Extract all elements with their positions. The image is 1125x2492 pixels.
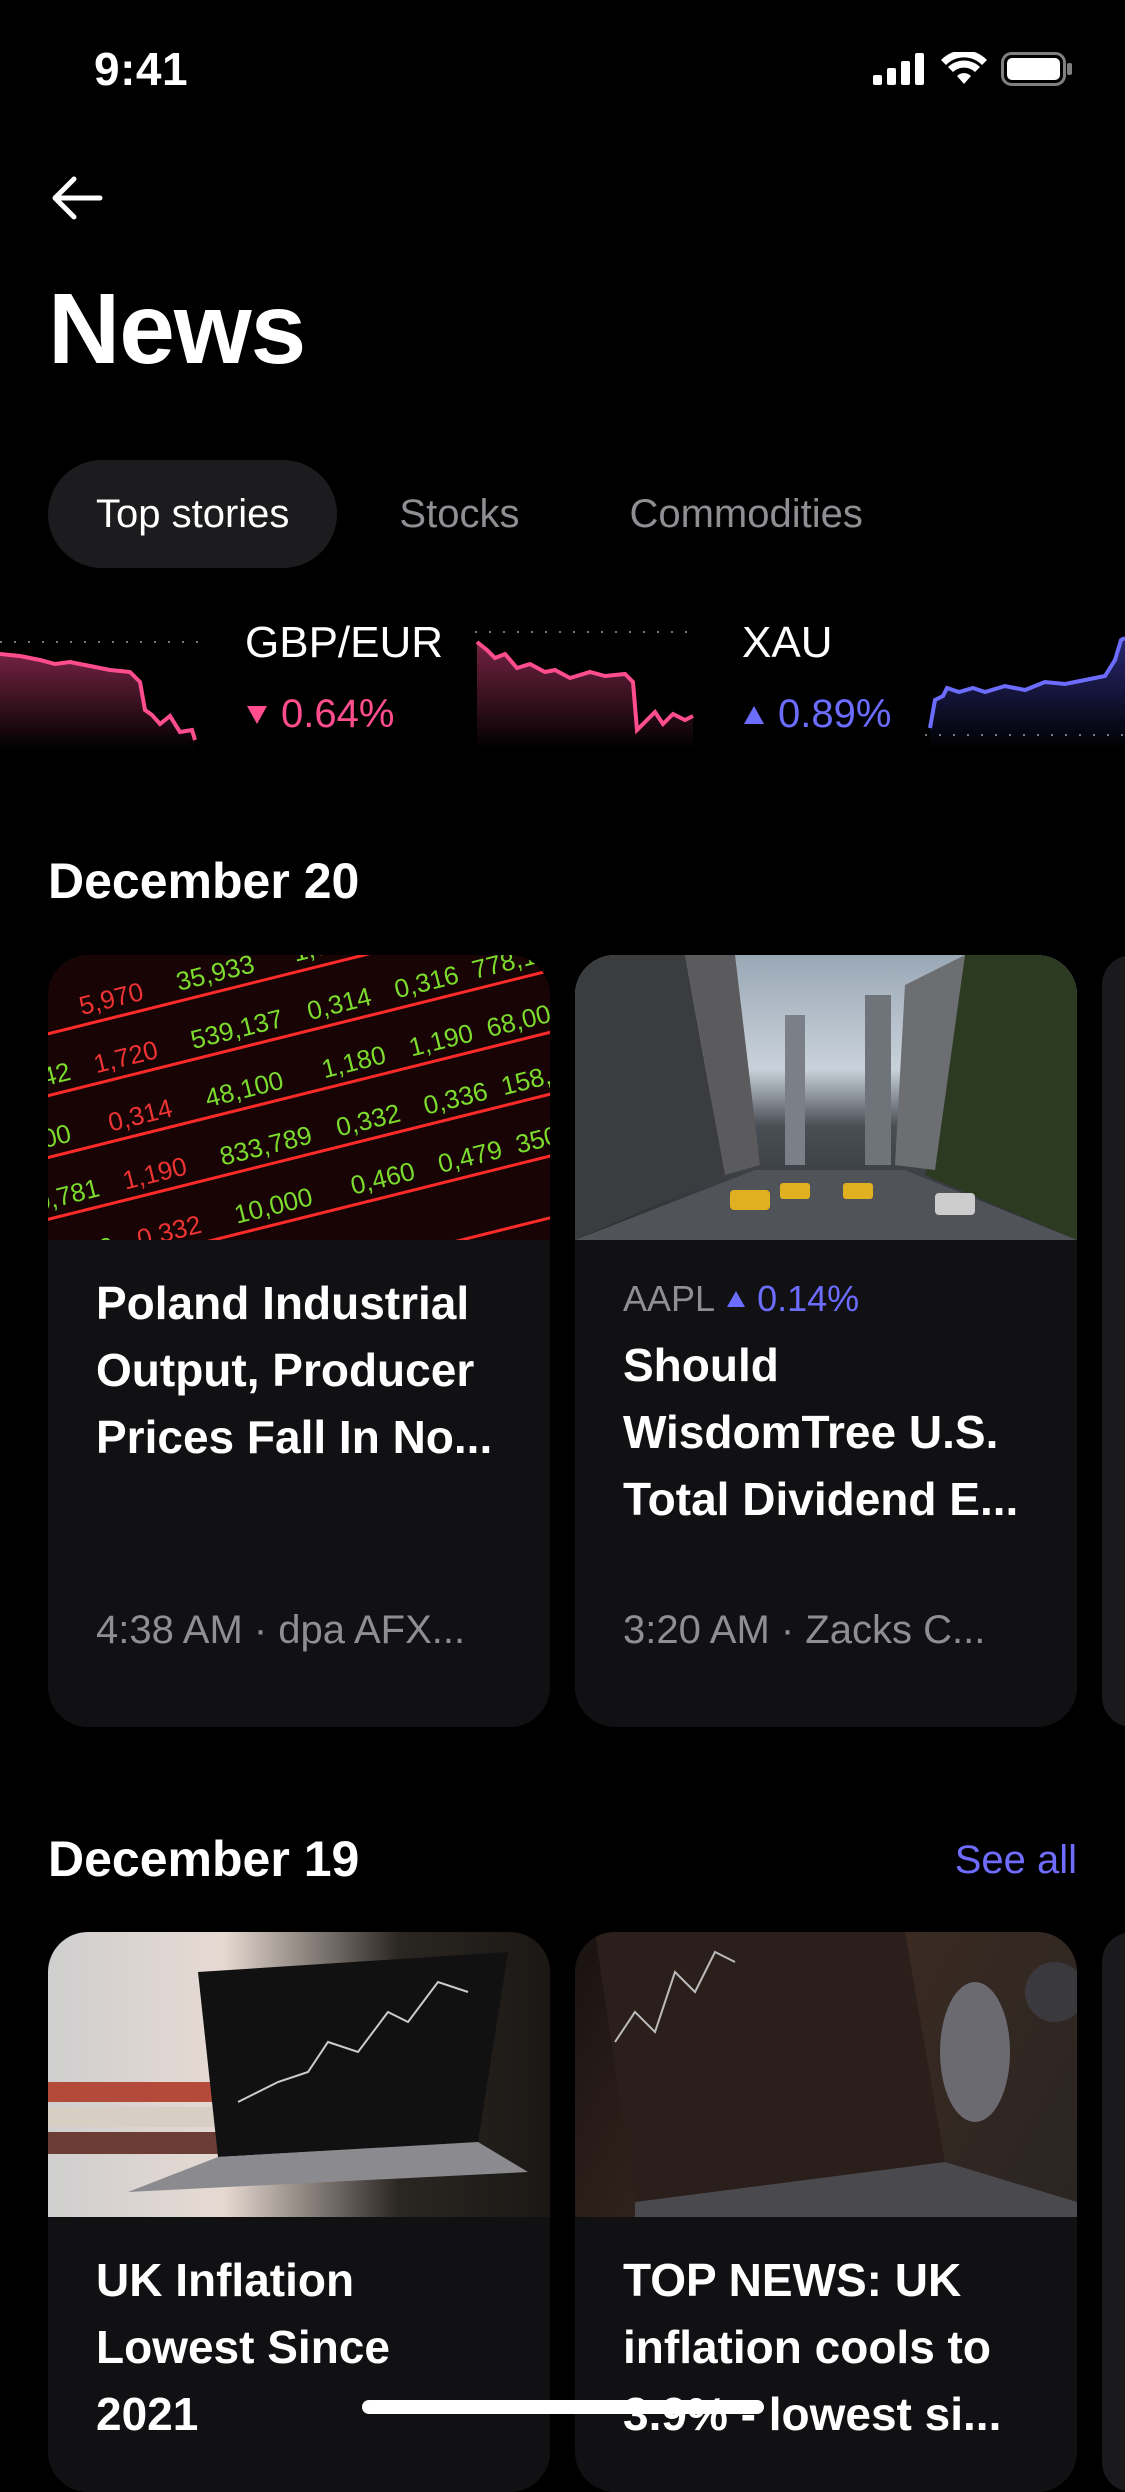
- svg-text:0,479: 0,479: [435, 1134, 505, 1179]
- ticker-symbol: XAU: [742, 618, 833, 667]
- stock-tag[interactable]: AAPL 0.14%: [623, 1278, 1029, 1320]
- ticker-symbol: GBP/EUR: [245, 618, 444, 667]
- stock-change: 0.14%: [757, 1278, 860, 1319]
- svg-text:0,336: 0,336: [420, 1076, 490, 1121]
- battery-icon: [1001, 52, 1072, 86]
- triangle-up-icon: [744, 705, 764, 724]
- svg-text:1,190: 1,190: [119, 1151, 189, 1196]
- svg-text:0,332: 0,332: [333, 1098, 403, 1143]
- triangle-up-icon: [727, 1291, 746, 1307]
- news-card[interactable]: AAPL 0.14% Should WisdomTree U.S. Total …: [575, 955, 1077, 1727]
- news-card[interactable]: 5,9701,7200,3141,1900,332 .955,542,9000,…: [48, 955, 550, 1727]
- back-button[interactable]: [48, 168, 108, 228]
- tab-stocks[interactable]: Stocks: [351, 460, 567, 568]
- sparkline-chart: [925, 636, 1125, 750]
- news-image-laptop-chart: [48, 1932, 550, 2217]
- news-image-stock-board: 5,9701,7200,3141,1900,332 .955,542,9000,…: [48, 955, 550, 1240]
- home-indicator[interactable]: [362, 2400, 764, 2414]
- svg-text:1,500: 1,500: [48, 1231, 117, 1240]
- svg-text:5,970: 5,970: [76, 976, 146, 1021]
- svg-text:0,781: 0,781: [48, 1173, 103, 1218]
- tab-bar: Top stories Stocks Commodities: [48, 460, 911, 568]
- svg-text:0,314: 0,314: [304, 981, 374, 1026]
- svg-text:0,460: 0,460: [347, 1156, 417, 1201]
- sparkline-chart: [475, 631, 695, 750]
- section-title: December 20: [48, 853, 360, 909]
- ticker-change: 0.64%: [245, 692, 394, 737]
- triangle-down-icon: [247, 705, 267, 724]
- news-card-peek[interactable]: [1102, 955, 1125, 1727]
- ticker-change-value: 0.89%: [778, 692, 892, 736]
- ticker-change-value: 0.64%: [281, 692, 395, 736]
- news-headline: Poland Industrial Output, Producer Price…: [96, 1277, 493, 1463]
- ticker-strip[interactable]: GBP/EUR 0.64% XAU 0.89%: [0, 600, 1125, 750]
- svg-text:35,933: 35,933: [173, 955, 257, 997]
- news-meta: 3:20 AM · Zacks C...: [623, 1608, 986, 1652]
- status-icons: [873, 52, 1073, 86]
- status-time: 9:41: [94, 43, 189, 95]
- news-image-city-street: [575, 955, 1077, 1240]
- page-title: News: [48, 273, 306, 385]
- svg-text:48,100: 48,100: [202, 1065, 286, 1113]
- svg-text:0,314: 0,314: [105, 1093, 175, 1138]
- news-meta: 4:38 AM · dpa AFX...: [96, 1608, 466, 1652]
- sparkline-chart: [0, 641, 200, 750]
- svg-text:350,000: 350,000: [512, 1108, 550, 1160]
- see-all-link[interactable]: See all: [955, 1838, 1077, 1883]
- tab-top-stories[interactable]: Top stories: [48, 460, 338, 568]
- news-headline: Should WisdomTree U.S. Total Dividend E.…: [623, 1339, 1019, 1525]
- svg-text:1,720: 1,720: [90, 1034, 160, 1079]
- svg-text:0,332: 0,332: [134, 1209, 204, 1240]
- stock-symbol: AAPL: [623, 1278, 716, 1319]
- section-title: December 19: [48, 1831, 360, 1887]
- svg-text:1,190: 1,190: [406, 1018, 476, 1063]
- ticker-change: 0.89%: [742, 692, 891, 737]
- tab-commodities[interactable]: Commodities: [581, 460, 910, 568]
- news-headline: UK Inflation Lowest Since 2021: [96, 2254, 390, 2440]
- news-image-laptop-desk: [575, 1932, 1077, 2217]
- svg-text:10,000: 10,000: [231, 1181, 315, 1229]
- signal-icon: [873, 53, 924, 85]
- wifi-icon: [941, 52, 987, 84]
- news-card-peek[interactable]: [1102, 1932, 1125, 2492]
- svg-text:158,294: 158,294: [498, 1049, 550, 1101]
- news-headline: TOP NEWS: UK inflation cools to 3.9% - l…: [623, 2254, 1002, 2440]
- svg-text:0,316: 0,316: [391, 959, 461, 1004]
- svg-text:1,180: 1,180: [318, 1039, 388, 1084]
- arrow-left-icon: [52, 176, 103, 220]
